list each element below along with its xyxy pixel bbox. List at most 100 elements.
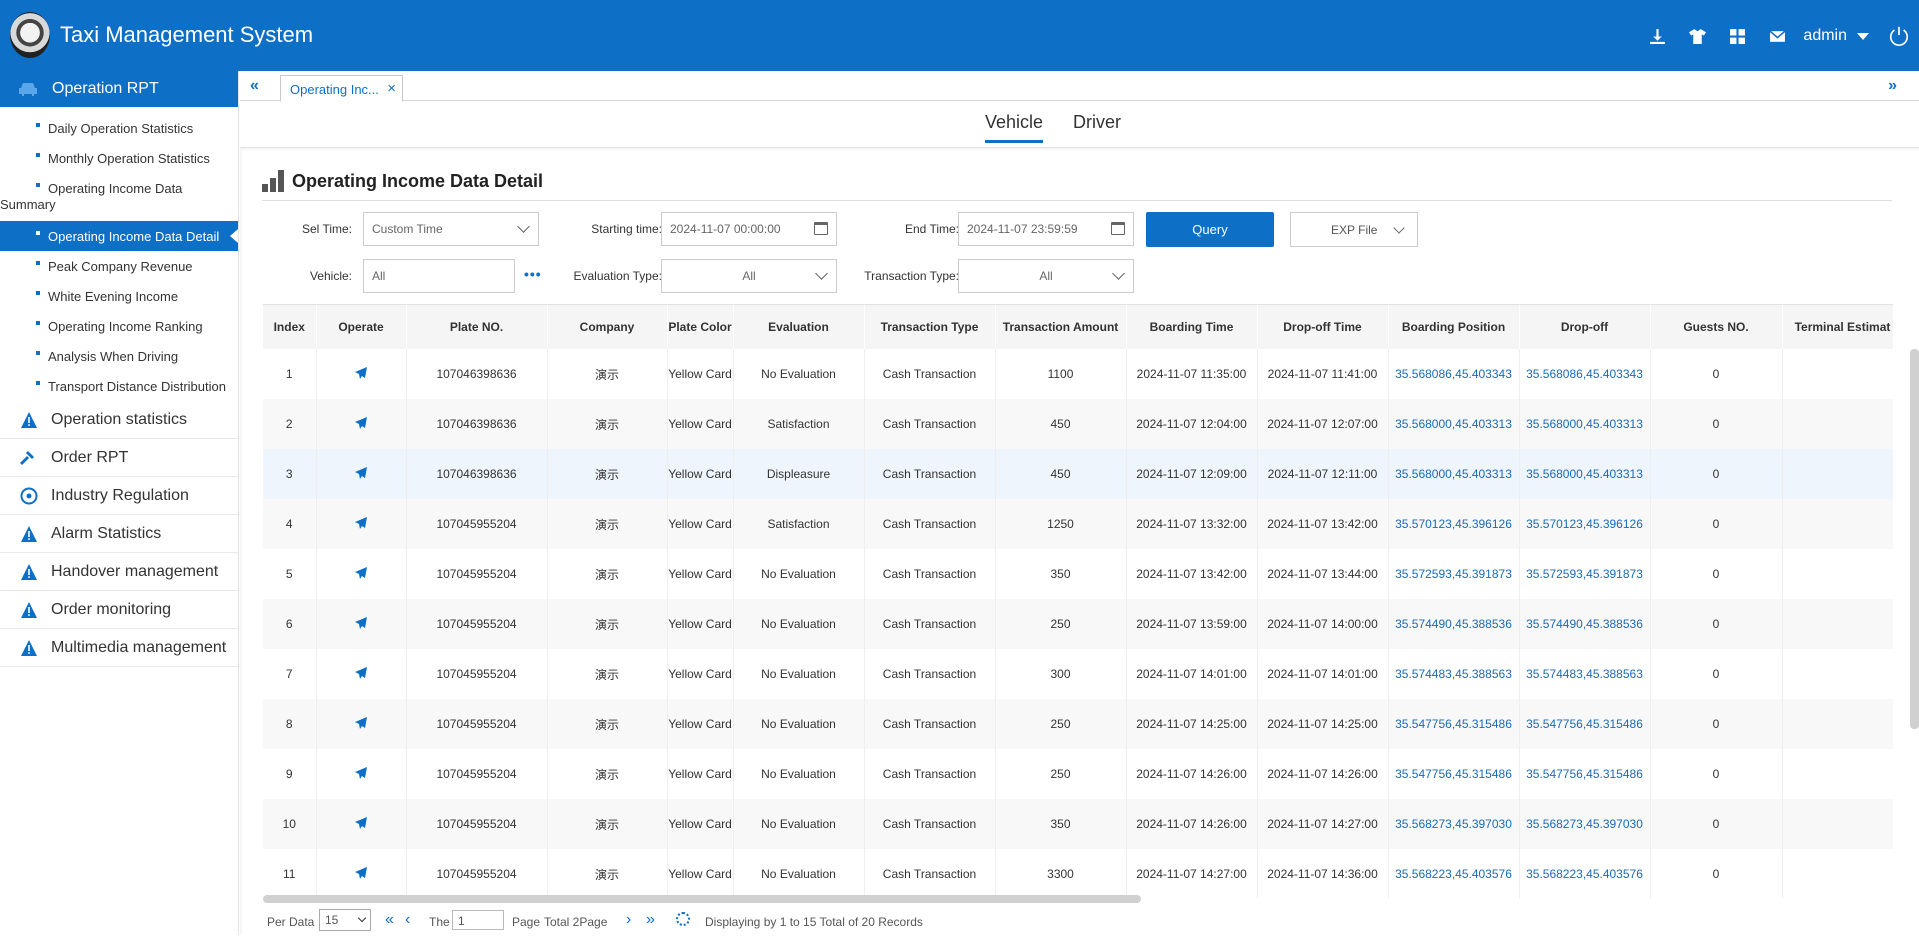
power-icon[interactable] bbox=[1879, 22, 1919, 50]
table-cell[interactable]: 35.568000,45.403313 bbox=[1519, 399, 1651, 449]
query-button[interactable]: Query bbox=[1146, 212, 1274, 247]
table-cell[interactable]: 35.547756,45.315486 bbox=[1519, 749, 1651, 799]
sidebar-group-operation-rpt[interactable]: Operation RPT bbox=[0, 71, 238, 107]
table-row[interactable]: 6 107045955204 演示 Yellow Card No Evaluation C… bbox=[263, 599, 1893, 649]
column-header[interactable]: Index bbox=[263, 305, 317, 349]
column-header[interactable]: Boarding Time bbox=[1126, 305, 1258, 349]
table-cell[interactable]: 35.572593,45.391873 bbox=[1519, 549, 1651, 599]
column-header[interactable]: Drop-off bbox=[1519, 305, 1651, 349]
more-options-icon[interactable]: ••• bbox=[524, 266, 542, 282]
table-row[interactable]: 3 107046398636 演示 Yellow Card Displeasure Cas… bbox=[263, 449, 1893, 499]
column-header[interactable]: Drop-off Time bbox=[1257, 305, 1389, 349]
page-number-input[interactable]: 1 bbox=[452, 910, 504, 930]
per-page-select[interactable]: 15 bbox=[319, 909, 371, 931]
table-row[interactable]: 10 107045955204 演示 Yellow Card No Evaluation… bbox=[263, 799, 1893, 849]
column-header[interactable]: Company bbox=[547, 305, 668, 349]
sidebar-group-alarm-statistics[interactable]: Alarm Statistics bbox=[0, 515, 238, 553]
sidebar-group-order-rpt[interactable]: Order RPT bbox=[0, 439, 238, 477]
table-cell[interactable]: 35.547756,45.315486 bbox=[1519, 699, 1651, 749]
send-icon[interactable] bbox=[354, 616, 368, 630]
first-page-icon[interactable]: « bbox=[385, 911, 394, 929]
sidebar-item-daily-operation-statistics[interactable]: Daily Operation Statistics bbox=[0, 113, 238, 143]
transaction-type-select[interactable]: All bbox=[958, 259, 1134, 293]
column-header[interactable]: Transaction Type bbox=[864, 305, 996, 349]
send-icon[interactable] bbox=[354, 766, 368, 780]
vertical-scrollbar[interactable] bbox=[1910, 349, 1919, 729]
table-cell[interactable]: 35.574490,45.388536 bbox=[1388, 599, 1520, 649]
table-cell[interactable]: 35.574483,45.388563 bbox=[1388, 649, 1520, 699]
mail-icon[interactable] bbox=[1757, 22, 1797, 50]
sidebar-item-white-evening-income[interactable]: White Evening Income bbox=[0, 281, 238, 311]
table-row[interactable]: 7 107045955204 演示 Yellow Card No Evaluation C… bbox=[263, 649, 1893, 699]
table-row[interactable]: 8 107045955204 演示 Yellow Card No Evaluation C… bbox=[263, 699, 1893, 749]
close-icon[interactable]: × bbox=[387, 80, 396, 97]
table-cell[interactable]: 35.568000,45.403313 bbox=[1388, 399, 1520, 449]
column-header[interactable]: Plate NO. bbox=[406, 305, 548, 349]
table-cell[interactable]: 35.568223,45.403576 bbox=[1519, 849, 1651, 898]
table-row[interactable]: 11 107045955204 演示 Yellow Card No Evaluation… bbox=[263, 849, 1893, 898]
calendar-icon[interactable] bbox=[814, 222, 828, 235]
refresh-icon[interactable] bbox=[676, 912, 690, 926]
table-cell[interactable]: 35.568000,45.403313 bbox=[1519, 449, 1651, 499]
sidebar-group-handover-management[interactable]: Handover management bbox=[0, 553, 238, 591]
table-cell[interactable]: 35.568086,45.403343 bbox=[1388, 349, 1520, 399]
table-cell[interactable]: 35.574483,45.388563 bbox=[1519, 649, 1651, 699]
sidebar-group-industry-regulation[interactable]: Industry Regulation bbox=[0, 477, 238, 515]
table-cell[interactable]: 35.570123,45.396126 bbox=[1519, 499, 1651, 549]
calendar-icon[interactable] bbox=[1111, 222, 1125, 235]
table-cell[interactable]: 35.568223,45.403576 bbox=[1388, 849, 1520, 898]
sidebar-group-operation-statistics[interactable]: Operation statistics bbox=[0, 401, 238, 439]
table-row[interactable]: 5 107045955204 演示 Yellow Card No Evaluation C… bbox=[263, 549, 1893, 599]
sidebar-item-peak-company-revenue[interactable]: Peak Company Revenue bbox=[0, 251, 238, 281]
table-cell[interactable]: 35.574490,45.388536 bbox=[1519, 599, 1651, 649]
table-cell[interactable]: 35.547756,45.315486 bbox=[1388, 749, 1520, 799]
collapse-right-icon[interactable]: » bbox=[1888, 77, 1897, 95]
column-header[interactable]: Guests NO. bbox=[1650, 305, 1783, 349]
column-header[interactable]: Plate Color bbox=[667, 305, 734, 349]
last-page-icon[interactable]: » bbox=[646, 911, 655, 929]
send-icon[interactable] bbox=[354, 666, 368, 680]
starting-time-input[interactable]: 2024-11-07 00:00:00 bbox=[661, 212, 837, 246]
column-header[interactable]: Transaction Amount bbox=[995, 305, 1127, 349]
sidebar-item-operating-income-data-detail[interactable]: Operating Income Data Detail bbox=[0, 221, 238, 251]
collapse-left-icon[interactable]: « bbox=[250, 77, 259, 95]
send-icon[interactable] bbox=[354, 866, 368, 880]
tab-driver[interactable]: Driver bbox=[1073, 112, 1121, 133]
table-row[interactable]: 2 107046398636 演示 Yellow Card Satisfaction Ca… bbox=[263, 399, 1893, 449]
send-icon[interactable] bbox=[354, 466, 368, 480]
sidebar-item-monthly-operation-statistics[interactable]: Monthly Operation Statistics bbox=[0, 143, 238, 173]
sidebar-item-operating-income-ranking[interactable]: Operating Income Ranking bbox=[0, 311, 238, 341]
horizontal-scrollbar[interactable] bbox=[263, 895, 1141, 903]
table-cell[interactable]: 35.568000,45.403313 bbox=[1388, 449, 1520, 499]
table-cell[interactable]: 35.568086,45.403343 bbox=[1519, 349, 1651, 399]
table-cell[interactable]: 35.570123,45.396126 bbox=[1388, 499, 1520, 549]
tab-vehicle[interactable]: Vehicle bbox=[985, 112, 1044, 143]
next-page-icon[interactable]: › bbox=[626, 911, 631, 929]
column-header[interactable]: Terminal Estimat bbox=[1782, 305, 1893, 349]
table-row[interactable]: 4 107045955204 演示 Yellow Card Satisfaction Ca… bbox=[263, 499, 1893, 549]
evaluation-type-select[interactable]: All bbox=[661, 259, 837, 293]
sel-time-select[interactable]: Custom Time bbox=[363, 212, 539, 246]
send-icon[interactable] bbox=[354, 566, 368, 580]
send-icon[interactable] bbox=[354, 416, 368, 430]
sidebar-item-analysis-when-driving[interactable]: Analysis When Driving bbox=[0, 341, 238, 371]
vehicle-input[interactable]: All bbox=[363, 259, 515, 293]
table-row[interactable]: 1 107046398636 演示 Yellow Card No Evaluation C… bbox=[263, 349, 1893, 399]
sidebar-item-transport-distance-distribution[interactable]: Transport Distance Distribution bbox=[0, 371, 238, 401]
user-name[interactable]: admin bbox=[1803, 27, 1847, 45]
column-header[interactable]: Boarding Position bbox=[1388, 305, 1520, 349]
end-time-input[interactable]: 2024-11-07 23:59:59 bbox=[958, 212, 1134, 246]
prev-page-icon[interactable]: ‹ bbox=[405, 911, 410, 929]
grid-icon[interactable] bbox=[1717, 22, 1757, 50]
tab-operating-income[interactable]: Operating Inc... × bbox=[280, 75, 403, 102]
send-icon[interactable] bbox=[354, 516, 368, 530]
table-cell[interactable]: 35.547756,45.315486 bbox=[1388, 699, 1520, 749]
column-header[interactable]: Operate bbox=[316, 305, 407, 349]
sidebar-group-multimedia-management[interactable]: Multimedia management bbox=[0, 629, 238, 667]
table-cell[interactable]: 35.572593,45.391873 bbox=[1388, 549, 1520, 599]
shirt-icon[interactable] bbox=[1677, 22, 1717, 50]
send-icon[interactable] bbox=[354, 366, 368, 380]
column-header[interactable]: Evaluation bbox=[733, 305, 865, 349]
table-row[interactable]: 9 107045955204 演示 Yellow Card No Evaluation C… bbox=[263, 749, 1893, 799]
export-file-dropdown[interactable]: EXP File bbox=[1290, 212, 1418, 247]
